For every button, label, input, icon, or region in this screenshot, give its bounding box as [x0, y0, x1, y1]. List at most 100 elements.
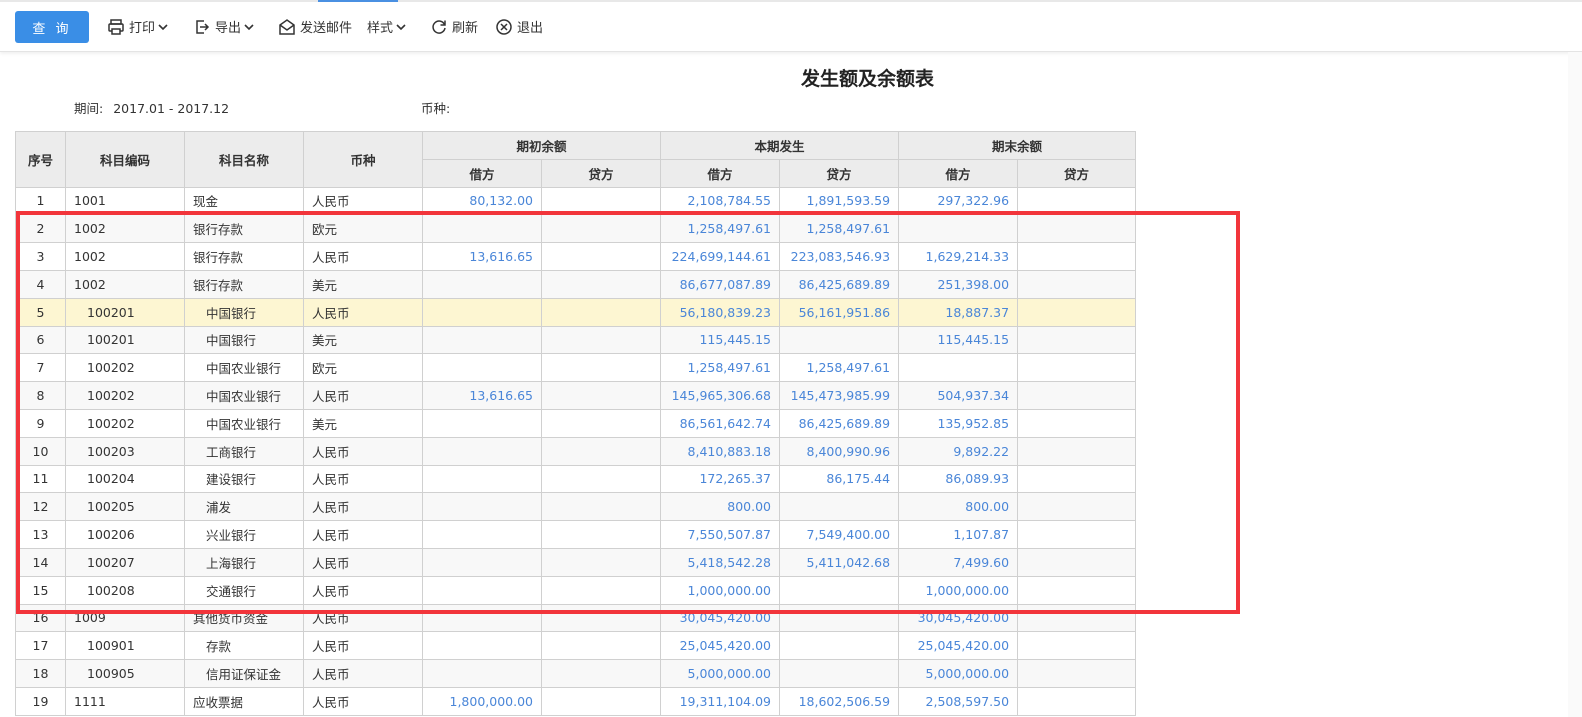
cell-currency: 人民币	[303, 436, 423, 466]
export-label: 导出	[215, 21, 242, 36]
balance-table: 序号 科目编码 科目名称 币种 期初余额 本期发生 期末余额 借方 贷方 借方 …	[15, 131, 1137, 716]
table-row[interactable]: 5 100201 中国银行 人民币 56,180,839.23 56,161,951.86…	[15, 297, 1137, 327]
cell-closing-debit: 25,045,420.00	[898, 631, 1019, 661]
table-row[interactable]: 17 100901 存款 人民币 25,045,420.00 25,045,420.00	[15, 631, 1137, 661]
cell-seq: 1	[15, 186, 66, 216]
cell-closing-credit	[1017, 492, 1137, 522]
cell-closing-debit: 504,937.34	[898, 381, 1019, 410]
print-menu[interactable]: 打印	[107, 10, 168, 43]
cell-opening-debit: 80,132.00	[422, 186, 542, 216]
table-row[interactable]: 3 1002 银行存款 人民币 13,616.65 224,699,144.61 223,0…	[15, 242, 1137, 271]
cell-opening-debit	[422, 520, 542, 549]
cell-current-credit	[779, 603, 900, 633]
cell-opening-credit	[540, 547, 662, 577]
cell-code: 100202	[65, 353, 185, 383]
period-info: 期间: 2017.01 - 2017.12	[74, 98, 229, 117]
cell-current-credit: 223,083,546.93	[779, 242, 900, 271]
refresh-icon	[430, 18, 448, 36]
table-row[interactable]: 18 100905 信用证保证金 人民币 5,000,000.00 5,000,000.0…	[15, 659, 1137, 688]
send-email-label: 发送邮件	[300, 21, 353, 36]
cell-opening-debit	[422, 659, 542, 688]
table-row[interactable]: 15 100208 交通银行 人民币 1,000,000.00 1,000,000.00	[15, 575, 1137, 605]
style-menu[interactable]: 样式	[367, 10, 406, 43]
cell-opening-credit	[540, 242, 662, 271]
cell-currency: 人民币	[303, 492, 423, 522]
table-row[interactable]: 2 1002 银行存款 欧元 1,258,497.61 1,258,497.61	[15, 214, 1137, 244]
print-label: 打印	[129, 21, 156, 36]
cell-seq: 11	[15, 464, 66, 494]
exit-button[interactable]: 退出	[495, 10, 543, 43]
cell-closing-debit: 135,952.85	[898, 408, 1019, 438]
cell-current-credit: 8,400,990.96	[779, 436, 900, 466]
cell-code: 100901	[65, 631, 185, 661]
table-row[interactable]: 19 1111 应收票据 人民币 1,800,000.00 19,311,104.09 18…	[15, 686, 1137, 716]
cell-opening-debit	[422, 269, 542, 299]
cell-current-credit	[779, 575, 900, 605]
cell-currency: 美元	[303, 408, 423, 438]
cell-name: 兴业银行	[184, 520, 304, 549]
table-row[interactable]: 13 100206 兴业银行 人民币 7,550,507.87 7,549,400.00 1…	[15, 520, 1137, 549]
header-current-period: 本期发生	[660, 131, 900, 160]
cell-current-debit: 1,258,497.61	[660, 214, 781, 244]
cell-closing-credit	[1017, 659, 1137, 688]
table-row[interactable]: 12 100205 浦发 人民币 800.00 800.00	[15, 492, 1137, 522]
cell-currency: 人民币	[303, 297, 423, 327]
header-opening-balance: 期初余额	[421, 131, 662, 160]
table-row[interactable]: 16 1009 其他货币资金 人民币 30,045,420.00 30,045,420.0…	[15, 603, 1137, 633]
cell-code: 100201	[65, 325, 185, 355]
cell-closing-credit	[1017, 242, 1137, 271]
table-row[interactable]: 11 100204 建设银行 人民币 172,265.37 86,175.44 86,089…	[15, 464, 1137, 494]
header-name: 科目名称	[184, 131, 304, 188]
cell-opening-credit	[540, 269, 662, 299]
cell-opening-debit	[422, 575, 542, 605]
export-icon	[193, 18, 211, 36]
cell-opening-credit	[540, 325, 662, 355]
cell-name: 交通银行	[184, 575, 304, 605]
report-title: 发生额及余额表	[800, 68, 934, 90]
cell-closing-debit: 2,508,597.50	[898, 686, 1019, 716]
cell-closing-credit	[1017, 408, 1137, 438]
header-current-debit: 借方	[660, 158, 781, 188]
period-value: 2017.01 - 2017.12	[113, 101, 230, 116]
cell-closing-debit: 251,398.00	[898, 269, 1019, 299]
cell-closing-debit: 1,107.87	[898, 520, 1019, 549]
vertical-scrollbar[interactable]	[1568, 52, 1582, 717]
cell-opening-debit: 13,616.65	[422, 381, 542, 410]
cell-current-debit: 172,265.37	[660, 464, 781, 494]
header-current-credit: 贷方	[779, 158, 900, 188]
cell-seq: 16	[15, 603, 66, 633]
export-menu[interactable]: 导出	[193, 10, 254, 43]
table-row[interactable]: 8 100202 中国农业银行 人民币 13,616.65 145,965,306.68 1…	[15, 381, 1137, 410]
cell-opening-credit	[540, 353, 662, 383]
table-row[interactable]: 9 100202 中国农业银行 美元 86,561,642.74 86,425,689.8…	[15, 408, 1137, 438]
cell-seq: 7	[15, 353, 66, 383]
exit-label: 退出	[517, 21, 544, 36]
table-row[interactable]: 14 100207 上海银行 人民币 5,418,542.28 5,411,042.68 7…	[15, 547, 1137, 577]
cell-currency: 人民币	[303, 242, 423, 271]
chevron-down-icon	[158, 22, 168, 32]
send-email-button[interactable]: 发送邮件	[278, 10, 352, 43]
cell-name: 现金	[184, 186, 304, 216]
table-row[interactable]: 4 1002 银行存款 美元 86,677,087.89 86,425,689.89 251…	[15, 269, 1137, 299]
table-row[interactable]: 7 100202 中国农业银行 欧元 1,258,497.61 1,258,497.61	[15, 353, 1137, 383]
cell-closing-debit: 1,000,000.00	[898, 575, 1019, 605]
table-row[interactable]: 6 100201 中国银行 美元 115,445.15 115,445.15	[15, 325, 1137, 355]
header-opening-debit: 借方	[422, 158, 542, 188]
cell-code: 100207	[65, 547, 185, 577]
cell-closing-debit: 800.00	[898, 492, 1019, 522]
cell-opening-debit	[422, 603, 542, 633]
cell-current-debit: 5,000,000.00	[660, 659, 781, 688]
cell-current-debit: 1,000,000.00	[660, 575, 781, 605]
table-body: 1 1001 现金 人民币 80,132.00 2,108,784.55 1,891,593…	[15, 186, 1137, 716]
refresh-label: 刷新	[452, 21, 479, 36]
table-row[interactable]: 1 1001 现金 人民币 80,132.00 2,108,784.55 1,891,593…	[15, 186, 1137, 216]
refresh-button[interactable]: 刷新	[430, 10, 478, 43]
cell-currency: 人民币	[303, 659, 423, 688]
cell-name: 中国农业银行	[184, 381, 304, 410]
cell-seq: 13	[15, 520, 66, 549]
cell-seq: 17	[15, 631, 66, 661]
cell-opening-debit	[422, 492, 542, 522]
cell-name: 中国银行	[184, 325, 304, 355]
query-button[interactable]: 查 询	[15, 11, 89, 43]
table-row[interactable]: 10 100203 工商银行 人民币 8,410,883.18 8,400,990.96 9…	[15, 436, 1137, 466]
